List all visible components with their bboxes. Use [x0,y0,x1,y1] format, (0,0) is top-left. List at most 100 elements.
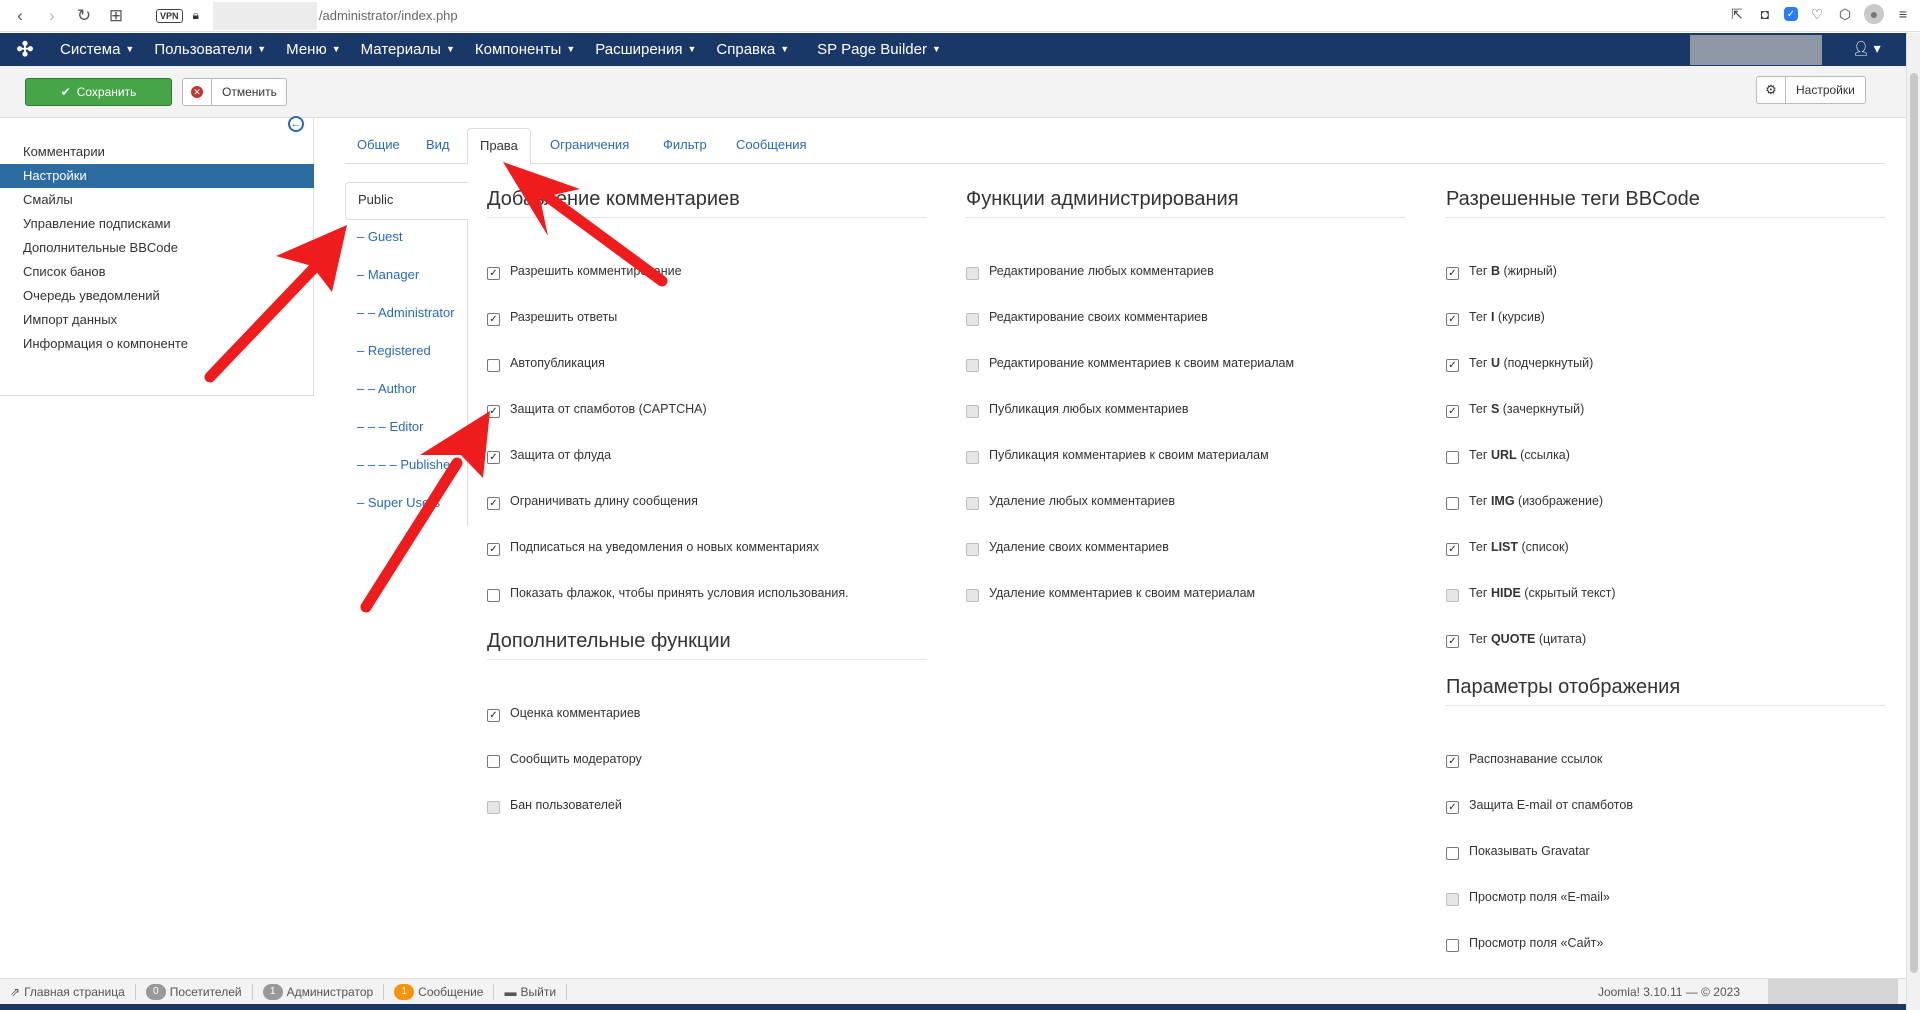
tab-permissions[interactable]: Права [467,128,531,165]
user-menu-icon[interactable]: 👤︎ ▾ [1852,40,1881,57]
group-registered[interactable]: – Registered [345,334,468,372]
checkbox[interactable] [1446,451,1459,464]
group-author[interactable]: – – Author [345,372,468,410]
permission-option[interactable]: ✓ Распознавание ссылок [1446,750,1602,768]
footer-admins[interactable]: 1 Администратор [262,983,385,1000]
checkbox[interactable] [487,359,500,372]
joomla-logo-icon[interactable]: ✣ [0,37,50,62]
save-button[interactable]: ✔ Сохранить [25,78,172,106]
permission-option[interactable]: ✓ Защита от спамботов (CAPTCHA) [487,400,707,418]
checkbox[interactable]: ✓ [487,313,500,326]
permission-option[interactable]: ✓ Разрешить ответы [487,308,617,326]
group-editor[interactable]: – – – Editor [345,410,468,448]
sidebar-item-mail-queue[interactable]: Очередь уведомлений [0,284,314,308]
checkbox[interactable]: ✓ [1446,543,1459,556]
checkbox[interactable]: ✓ [1446,405,1459,418]
menu-system[interactable]: Система ▼ [50,41,144,58]
tab-messages[interactable]: Сообщения [724,128,819,165]
permission-option[interactable]: Тег URL (ссылка) [1446,446,1570,464]
group-manager[interactable]: – Manager [345,258,468,296]
permission-option[interactable]: ✓ Тег U (подчеркнутый) [1446,354,1593,372]
checkbox[interactable] [1446,939,1459,952]
checkbox[interactable] [487,755,500,768]
checkbox[interactable]: ✓ [1446,635,1459,648]
checkbox[interactable]: ✓ [487,451,500,464]
group-public[interactable]: Public [345,182,469,220]
footer-logout[interactable]: ▬ Выйти [504,983,568,1000]
group-super-users[interactable]: – Super Users [345,486,468,524]
sidebar-item-settings[interactable]: Настройки [0,164,314,188]
permission-option[interactable]: Редактирование своих комментариев [966,308,1208,326]
collapse-sidebar-icon[interactable]: ← [288,116,304,132]
footer-messages[interactable]: 1 Сообщение [394,983,495,1000]
sidebar-item-comments[interactable]: Комментарии [0,140,314,164]
sidebar-item-import[interactable]: Импорт данных [0,308,314,332]
tabs-grid-icon[interactable]: ⊞ [104,4,128,28]
menu-extensions[interactable]: Расширения ▼ [585,41,706,58]
checkbox[interactable]: ✓ [1446,755,1459,768]
permission-option[interactable]: Сообщить модератору [487,750,642,768]
menu-content[interactable]: Материалы ▼ [351,41,465,58]
checkbox[interactable]: ✓ [1446,313,1459,326]
permission-option[interactable]: Автопубликация [487,354,605,372]
permission-option[interactable]: Показать флажок, чтобы принять условия и… [487,584,849,602]
permission-option[interactable]: ✓ Оценка комментариев [487,704,640,722]
permission-option[interactable]: ✓ Тег B (жирный) [1446,262,1557,280]
sidebar-item-about[interactable]: Информация о компоненте [0,332,314,356]
permission-option[interactable]: Тег HIDE (скрытый текст) [1446,584,1616,602]
footer-home-link[interactable]: ⇗ Главная страница [10,983,136,1000]
cube-icon[interactable]: ⬡ [1836,5,1854,23]
sidebar-item-smileys[interactable]: Смайлы [0,188,314,212]
permission-option[interactable]: Публикация комментариев к своим материал… [966,446,1269,464]
checkbox[interactable] [1446,847,1459,860]
permission-option[interactable]: ✓ Тег LIST (список) [1446,538,1569,556]
permission-option[interactable]: Публикация любых комментариев [966,400,1189,418]
checkbox[interactable]: ✓ [1446,359,1459,372]
checkbox[interactable]: ✓ [487,543,500,556]
checkbox[interactable] [1446,497,1459,510]
permission-option[interactable]: ✓ Подписаться на уведомления о новых комм… [487,538,819,556]
permission-option[interactable]: Удаление любых комментариев [966,492,1175,510]
permission-option[interactable]: ✓ Тег S (зачеркнутый) [1446,400,1584,418]
back-icon[interactable]: ‹ [8,4,32,28]
tab-general[interactable]: Общие [345,128,412,165]
camera-icon[interactable]: ◘ [1756,5,1774,23]
menu-components[interactable]: Компоненты ▼ [465,41,585,58]
page-scrollbar[interactable] [1906,33,1920,1010]
tab-filter[interactable]: Фильтр [651,128,719,165]
permission-option[interactable]: Удаление своих комментариев [966,538,1169,556]
forward-icon[interactable]: › [40,4,64,28]
permission-option[interactable]: Удаление комментариев к своим материалам [966,584,1255,602]
permission-option[interactable]: ✓ Защита от флуда [487,446,611,464]
menu-sp-page-builder[interactable]: SP Page Builder ▼ [807,41,951,58]
checkbox[interactable] [487,589,500,602]
permission-option[interactable]: Тег IMG (изображение) [1446,492,1603,510]
sidebar-item-ban-list[interactable]: Список банов [0,260,314,284]
share-icon[interactable]: ⇱ [1728,5,1746,23]
profile-avatar-icon[interactable]: ● [1864,4,1884,24]
footer-visitors[interactable]: 0 Посетителей [145,983,253,1000]
menu-menus[interactable]: Меню ▼ [276,41,350,58]
permission-option[interactable]: Просмотр поля «Сайт» [1446,934,1603,952]
tab-restrictions[interactable]: Ограничения [538,128,641,165]
shield-icon[interactable]: ✓ [1784,7,1798,21]
menu-help[interactable]: Справка ▼ [706,41,799,58]
sidebar-item-custom-bbcode[interactable]: Дополнительные BBCode [0,236,314,260]
permission-option[interactable]: ✓ Разрешить комментирование [487,262,682,280]
checkbox[interactable]: ✓ [487,497,500,510]
permission-option[interactable]: ✓ Тег QUOTE (цитата) [1446,630,1586,648]
options-button[interactable]: ⚙ Настройки [1756,76,1866,104]
menu-users[interactable]: Пользователи ▼ [144,41,276,58]
permission-option[interactable]: Показывать Gravatar [1446,842,1590,860]
group-administrator[interactable]: – – Administrator [345,296,468,334]
permission-option[interactable]: ✓ Защита E-mail от спамботов [1446,796,1633,814]
tab-view[interactable]: Вид [414,128,462,165]
heart-icon[interactable]: ♡ [1808,5,1826,23]
checkbox[interactable]: ✓ [487,405,500,418]
group-guest[interactable]: – Guest [345,220,468,258]
permission-option[interactable]: ✓ Ограничивать длину сообщения [487,492,698,510]
scrollbar-thumb[interactable] [1910,73,1918,973]
checkbox[interactable]: ✓ [1446,267,1459,280]
permission-option[interactable]: Бан пользователей [487,796,622,814]
menu-icon[interactable]: ≡ [1894,5,1912,23]
